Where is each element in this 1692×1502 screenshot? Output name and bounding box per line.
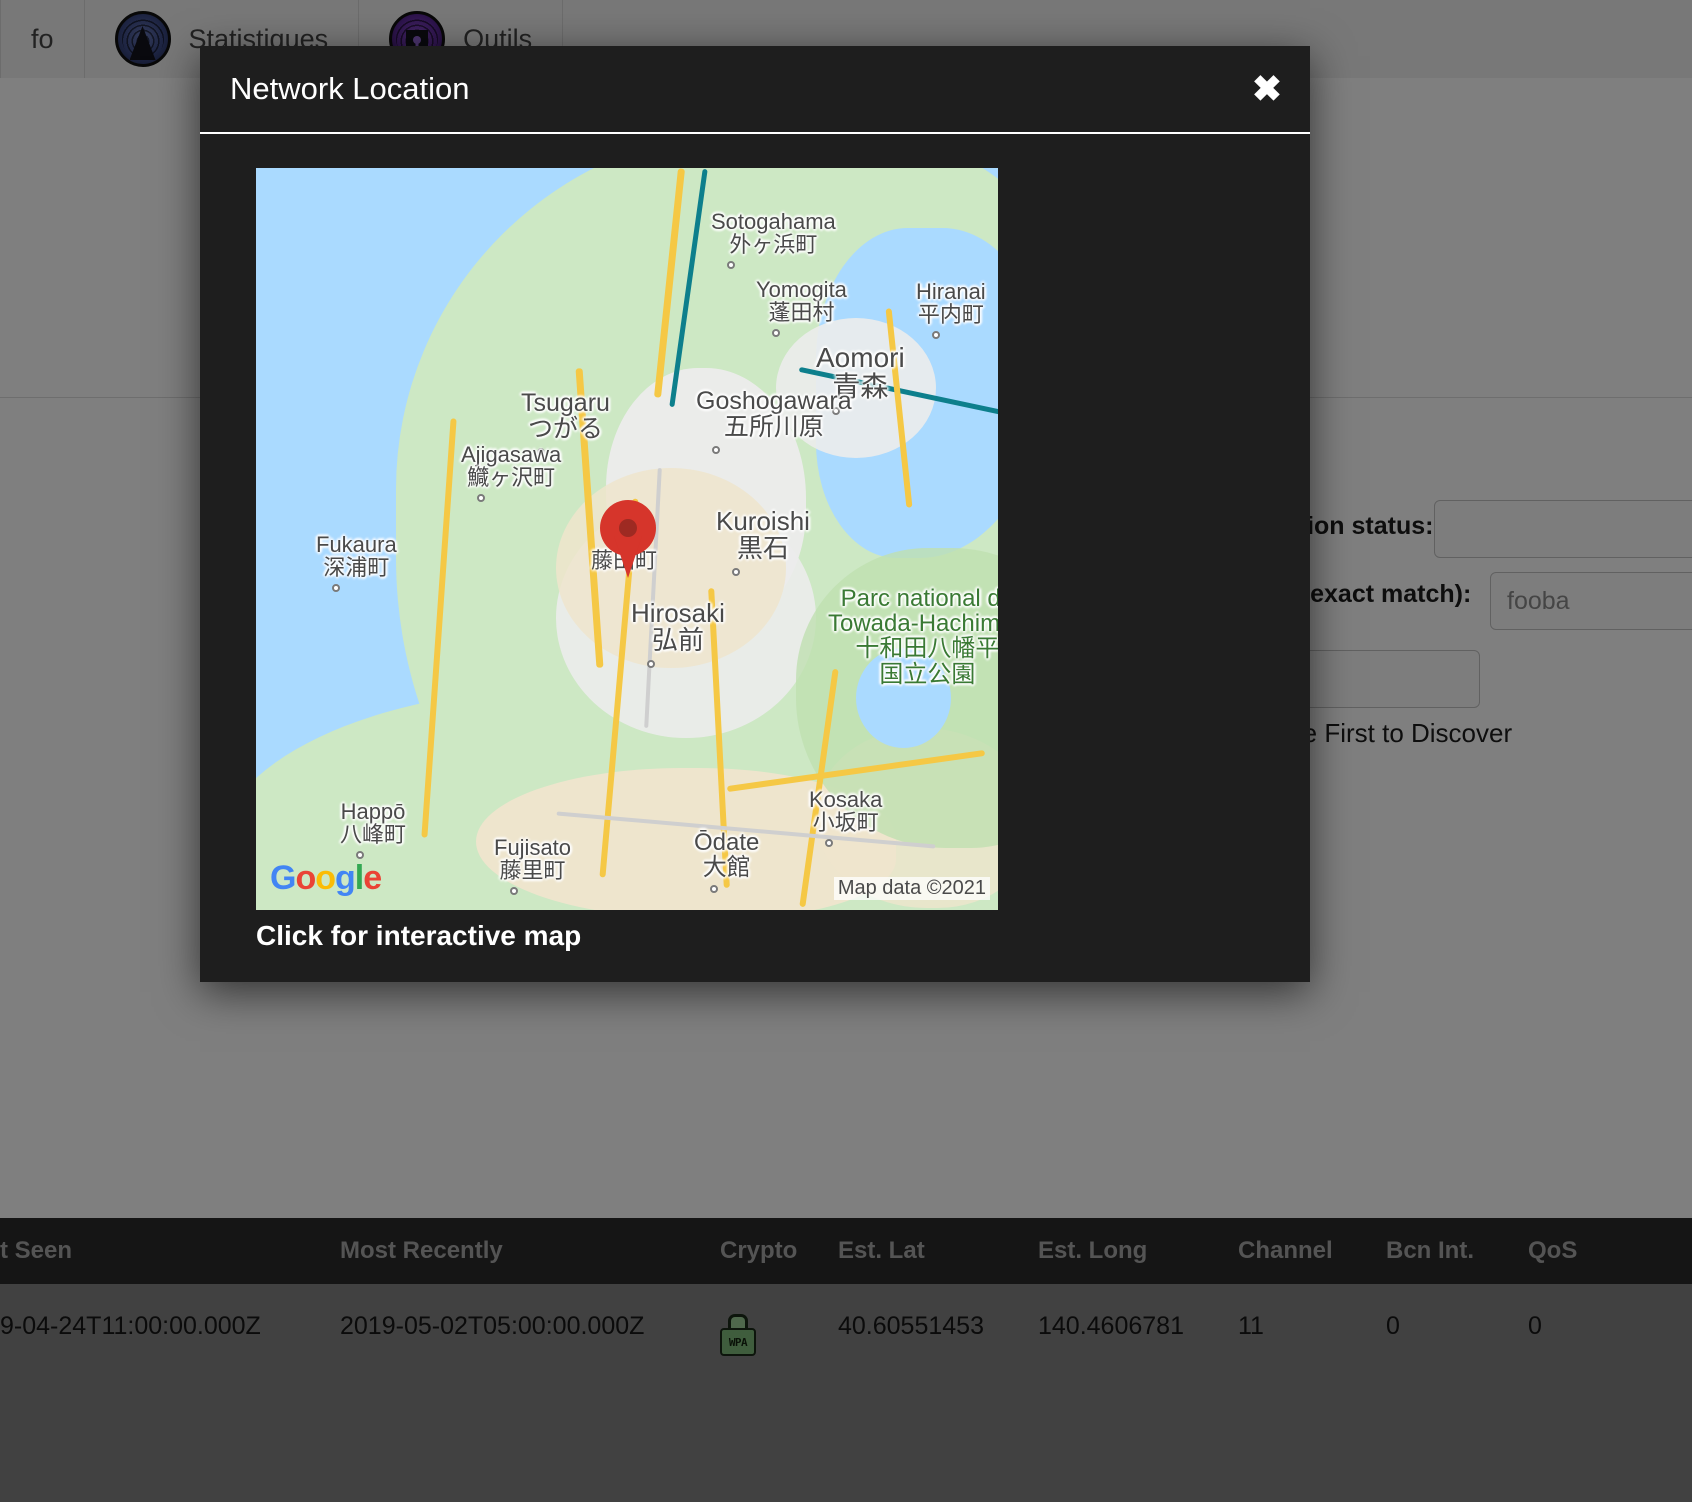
map-city-dot [477, 493, 485, 502]
map-city-dot [712, 445, 720, 454]
google-logo: Google [270, 859, 382, 897]
map-city-dot [772, 328, 780, 337]
map-city-dot [510, 886, 518, 895]
modal-title: Network Location [230, 71, 470, 106]
interactive-map-link[interactable]: Click for interactive map [256, 920, 1310, 952]
map-city-dot [932, 330, 940, 339]
map-attribution: Map data ©2021 [833, 877, 990, 900]
map-place-label-en: Fukaura [316, 532, 397, 557]
map-city-dot [727, 260, 735, 269]
network-location-modal: Network Location ✖ Sotogahama 外ヶ浜町 Yomog… [200, 46, 1310, 982]
map-place-label: Fukaura 深浦町 [316, 533, 397, 579]
map-city-dot [537, 447, 545, 456]
map-place-label-ja: 深浦町 [323, 555, 390, 581]
app-root: fo Statistiques Outils ta quality0: [0, 0, 1692, 1502]
map-city-dot [356, 850, 364, 859]
modal-header: Network Location ✖ [200, 46, 1310, 134]
close-icon[interactable]: ✖ [1252, 71, 1282, 107]
map-city-dot [732, 567, 740, 576]
network-location-pin[interactable] [600, 500, 656, 578]
map-city-dot [332, 583, 340, 592]
map-city-dot [647, 659, 655, 668]
static-map-image[interactable]: Sotogahama 外ヶ浜町 Yomogita 蓬田村 Hiranai 平内町 Aomor… [256, 168, 998, 910]
modal-body: Sotogahama 外ヶ浜町 Yomogita 蓬田村 Hiranai 平内町 Aomor… [200, 134, 1310, 952]
map-city-dot [825, 838, 833, 847]
